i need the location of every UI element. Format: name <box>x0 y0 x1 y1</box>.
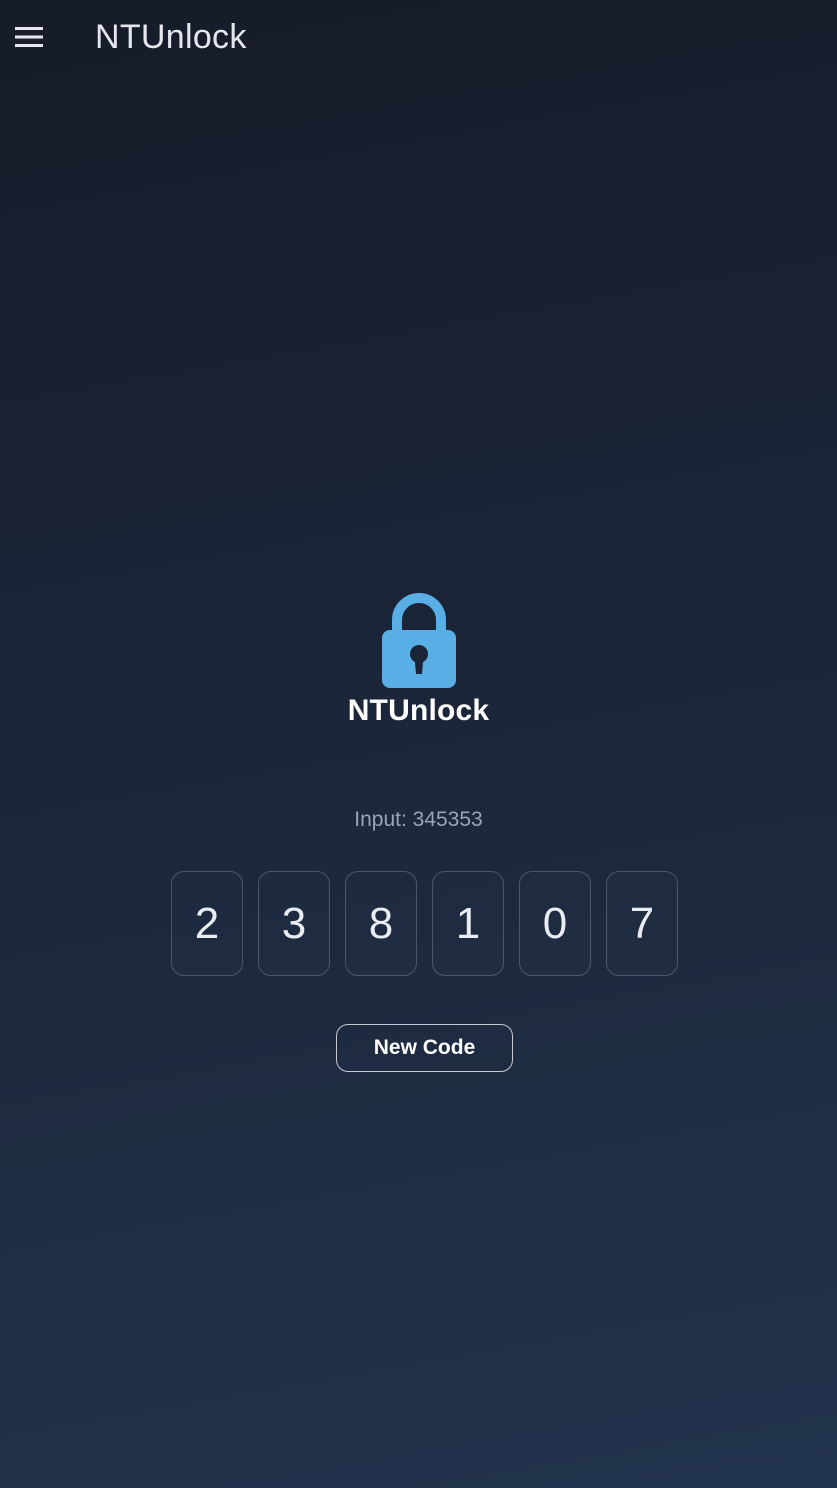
logo-text: NTUnlock <box>347 694 490 727</box>
code-digit-4: 1 <box>432 871 504 976</box>
code-digit-3: 8 <box>345 871 417 976</box>
app-title: NTUnlock <box>95 18 247 56</box>
input-label: Input: 345353 <box>354 808 483 831</box>
code-digit-6: 7 <box>606 871 678 976</box>
hamburger-menu-icon[interactable] <box>14 26 44 48</box>
menu-button[interactable] <box>9 17 49 57</box>
code-digit-1: 2 <box>171 871 243 976</box>
code-digit-2: 3 <box>258 871 330 976</box>
logo: NTUnlock <box>0 590 837 728</box>
new-code-button[interactable]: New Code <box>336 1024 513 1072</box>
code-display: 2 3 8 1 0 7 <box>171 871 678 976</box>
padlock-icon <box>380 590 458 690</box>
code-digit-5: 0 <box>519 871 591 976</box>
app-bar: NTUnlock <box>0 0 837 76</box>
